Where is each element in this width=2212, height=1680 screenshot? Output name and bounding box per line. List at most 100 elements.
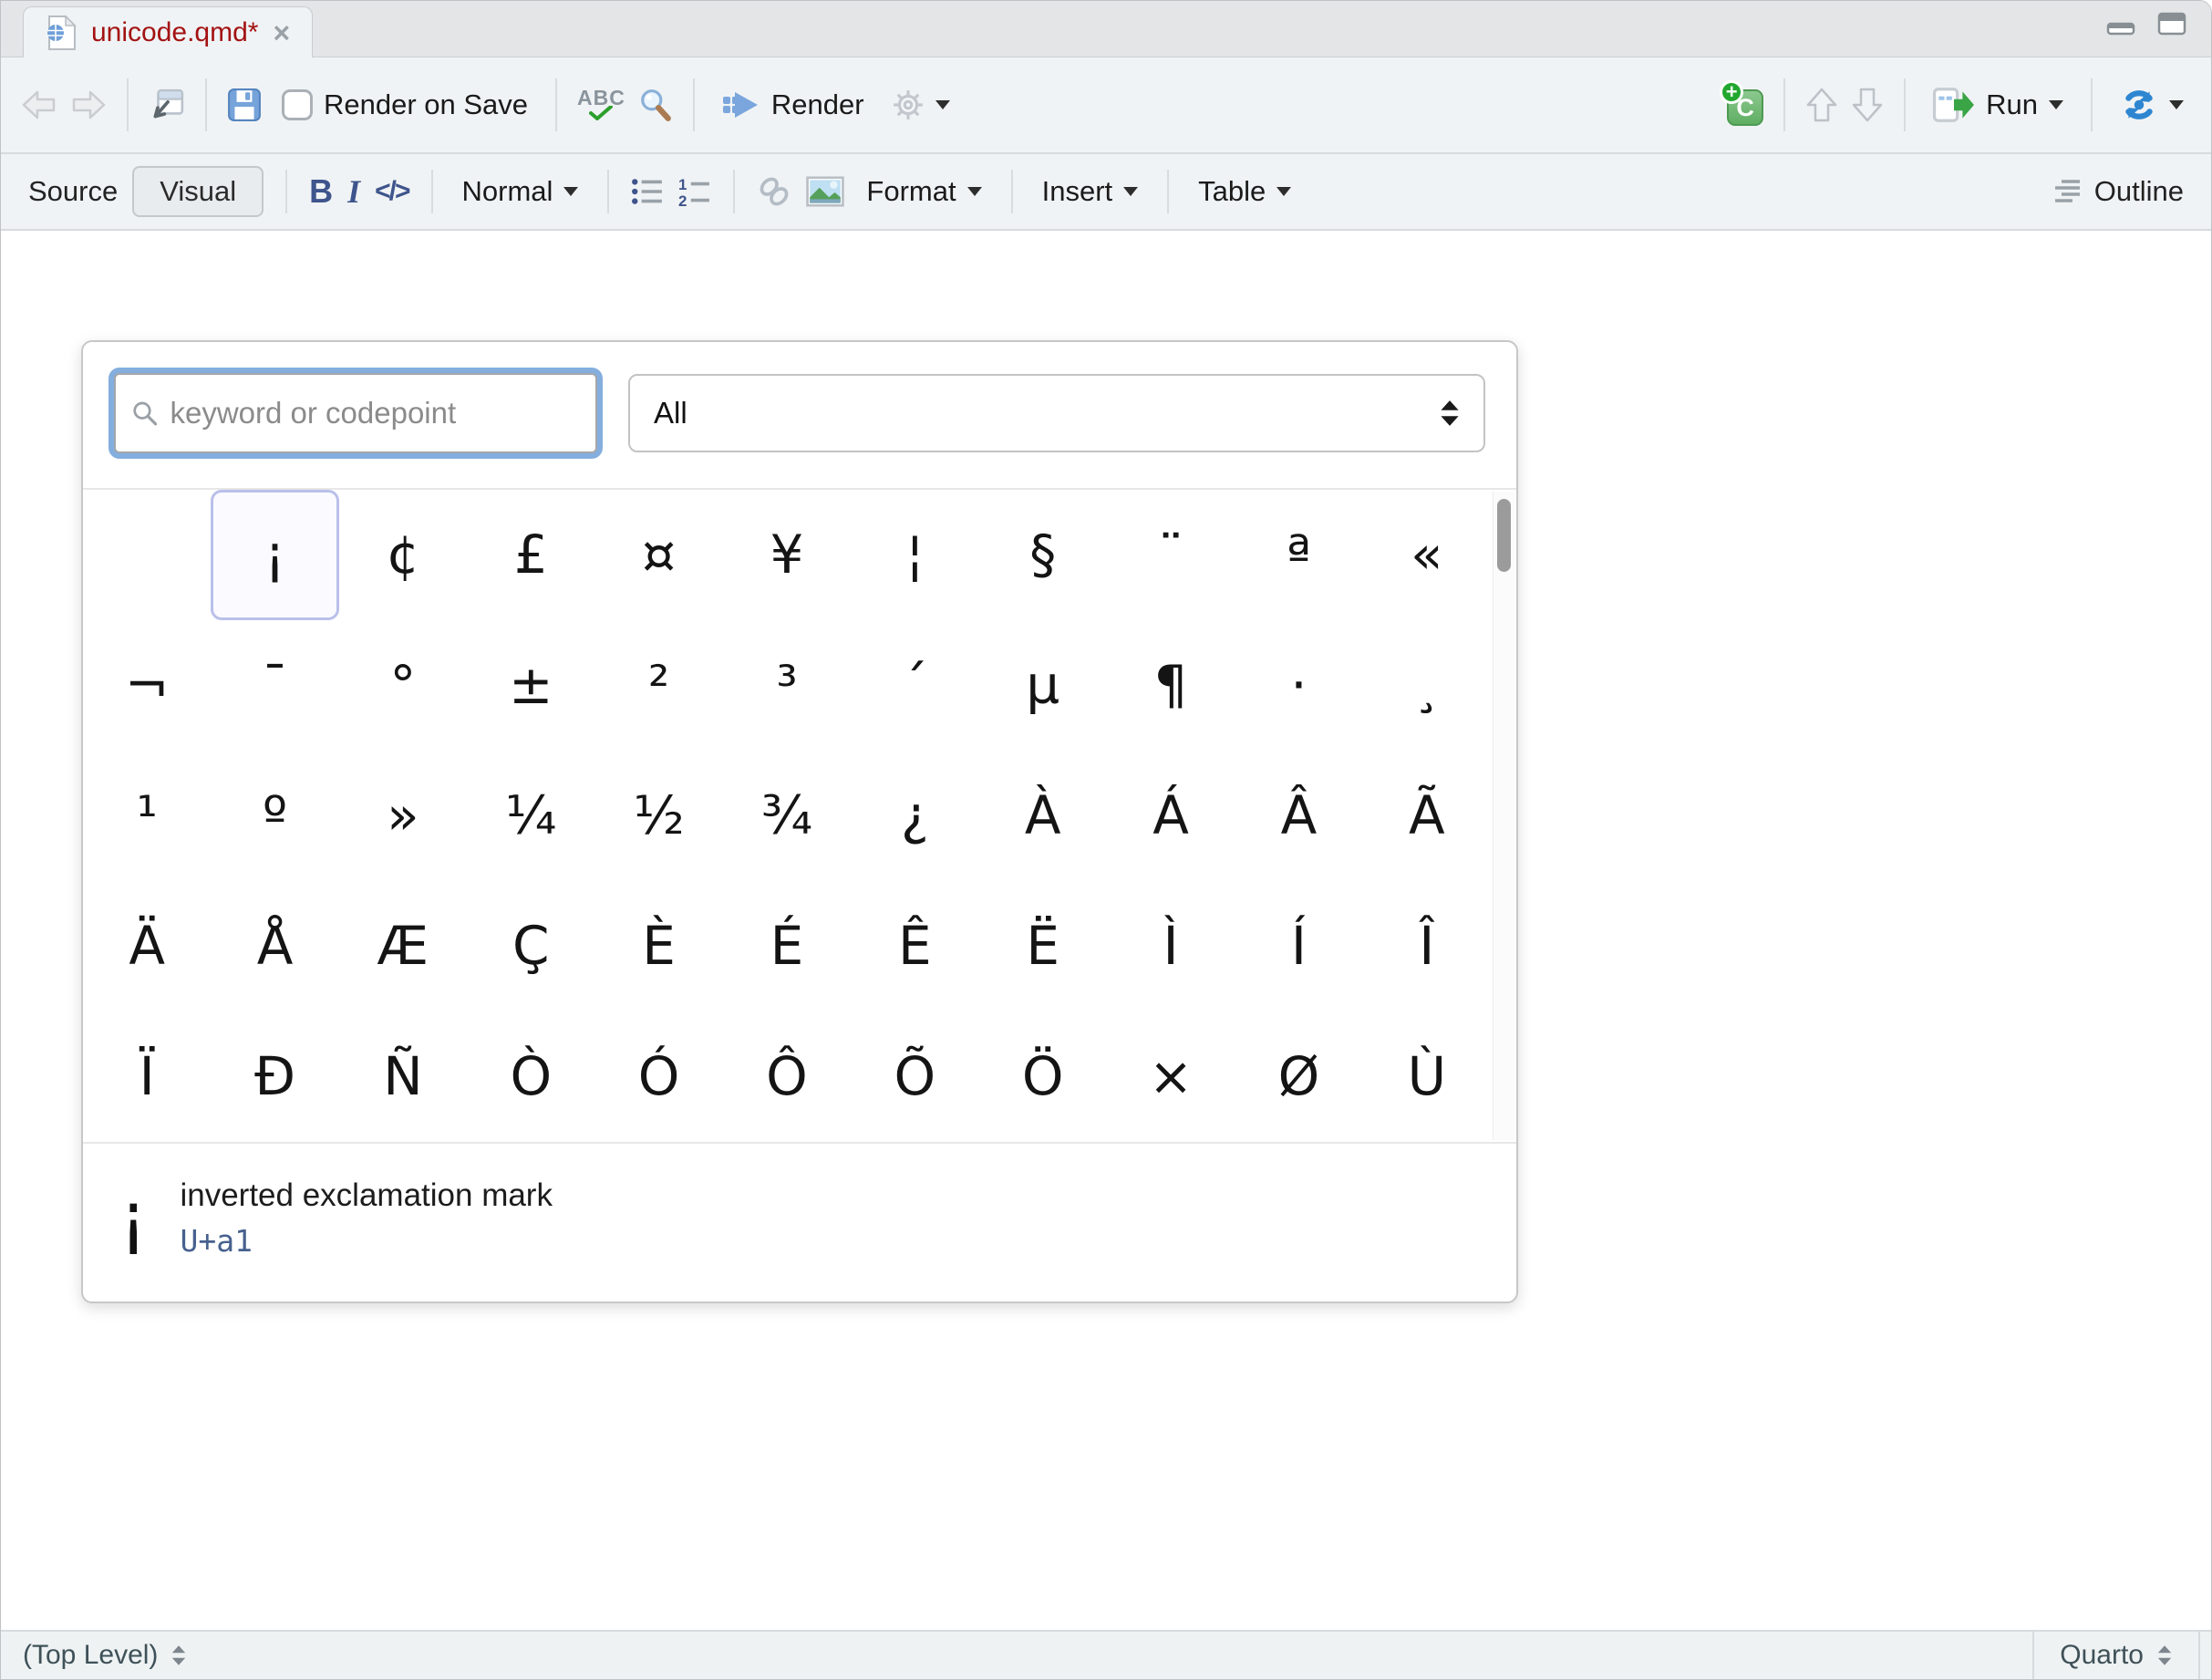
- char-cell[interactable]: Ì: [1107, 881, 1235, 1011]
- image-icon[interactable]: [806, 176, 844, 207]
- code-button[interactable]: </>: [375, 176, 408, 207]
- visual-mode-button[interactable]: Visual: [132, 166, 264, 217]
- char-cell[interactable]: ª: [1235, 490, 1362, 620]
- gear-icon: [892, 88, 925, 121]
- char-cell[interactable]: ±: [467, 620, 594, 751]
- char-cell[interactable]: Ð: [211, 1011, 338, 1142]
- scope-selector[interactable]: (Top Level): [1, 1632, 2032, 1679]
- char-cell[interactable]: Ñ: [339, 1011, 467, 1142]
- forward-icon[interactable]: [70, 89, 107, 120]
- character-search-input[interactable]: [170, 396, 579, 430]
- insert-menu[interactable]: Insert: [1035, 170, 1146, 213]
- back-icon[interactable]: [21, 89, 57, 120]
- separator: [1011, 170, 1013, 213]
- char-cell[interactable]: »: [339, 751, 467, 881]
- char-cell[interactable]: Â: [1235, 751, 1362, 881]
- numbered-list-icon[interactable]: 12: [678, 177, 711, 206]
- char-cell[interactable]: Õ: [851, 1011, 978, 1142]
- char-cell[interactable]: ¼: [467, 751, 594, 881]
- char-cell[interactable]: ²: [594, 620, 722, 751]
- char-cell[interactable]: Ô: [723, 1011, 851, 1142]
- render-on-save-toggle[interactable]: Render on Save: [274, 83, 535, 127]
- char-cell[interactable]: Å: [211, 881, 338, 1011]
- char-cell[interactable]: ¤: [594, 490, 722, 620]
- outline-toggle[interactable]: Outline: [2052, 175, 2184, 208]
- char-cell[interactable]: ×: [1107, 1011, 1235, 1142]
- char-cell[interactable]: Î: [1363, 881, 1491, 1011]
- char-cell[interactable]: Ä: [83, 881, 211, 1011]
- char-cell[interactable]: Ë: [979, 881, 1107, 1011]
- previous-chunk-icon[interactable]: [1805, 87, 1838, 123]
- char-cell[interactable]: £: [467, 490, 594, 620]
- run-button[interactable]: Run: [1926, 82, 2071, 128]
- char-cell[interactable]: ¯: [211, 620, 338, 751]
- char-cell[interactable]: µ: [979, 620, 1107, 751]
- rerun-button[interactable]: [2113, 82, 2191, 128]
- editor-content[interactable]: All ¡¢£¤¥¦§¨ª« ¬¯°±²³´µ¶·¸ ¹º»¼½¾¿ÀÁÂÃ ÄÅÆÇ…: [1, 231, 2211, 1630]
- save-icon[interactable]: [227, 88, 262, 122]
- char-cell[interactable]: ¶: [1107, 620, 1235, 751]
- render-on-save-checkbox[interactable]: [282, 89, 313, 120]
- char-cell[interactable]: ·: [1235, 620, 1362, 751]
- render-options-button[interactable]: [884, 83, 957, 127]
- find-icon[interactable]: [638, 88, 673, 122]
- char-cell[interactable]: ¦: [851, 490, 978, 620]
- char-cell[interactable]: À: [979, 751, 1107, 881]
- char-cell[interactable]: Í: [1235, 881, 1362, 1011]
- next-chunk-icon[interactable]: [1851, 87, 1884, 123]
- char-cell[interactable]: Ù: [1363, 1011, 1491, 1142]
- char-cell[interactable]: ¨: [1107, 490, 1235, 620]
- char-cell[interactable]: ¢: [339, 490, 467, 620]
- char-cell[interactable]: Ã: [1363, 751, 1491, 881]
- char-cell[interactable]: ¾: [723, 751, 851, 881]
- char-cell[interactable]: º: [211, 751, 338, 881]
- bold-button[interactable]: B: [309, 172, 333, 211]
- char-cell[interactable]: °: [339, 620, 467, 751]
- grid-scrollbar-thumb[interactable]: [1497, 499, 1511, 572]
- char-cell[interactable]: ¡: [211, 490, 338, 620]
- insert-code-chunk-icon[interactable]: C +: [1721, 84, 1763, 126]
- char-cell[interactable]: ¹: [83, 751, 211, 881]
- minimize-pane-icon[interactable]: [2105, 12, 2136, 36]
- char-cell[interactable]: Ç: [467, 881, 594, 1011]
- file-type-selector[interactable]: Quarto: [2032, 1632, 2200, 1679]
- paragraph-style-dropdown[interactable]: Normal: [455, 170, 586, 213]
- char-cell[interactable]: Ê: [851, 881, 978, 1011]
- open-in-new-window-icon[interactable]: [149, 88, 185, 122]
- tab-close-icon[interactable]: ×: [273, 18, 290, 47]
- char-cell[interactable]: [83, 490, 211, 620]
- source-mode-button[interactable]: Source: [28, 175, 118, 208]
- editor-tab-unicode-qmd[interactable]: unicode.qmd* ×: [23, 6, 313, 57]
- char-cell[interactable]: ´: [851, 620, 978, 751]
- char-cell[interactable]: ³: [723, 620, 851, 751]
- char-cell[interactable]: §: [979, 490, 1107, 620]
- character-block-select[interactable]: All: [628, 374, 1485, 452]
- grid-scrollbar[interactable]: [1493, 492, 1514, 1140]
- char-cell[interactable]: Ó: [594, 1011, 722, 1142]
- spellcheck-icon[interactable]: ABC: [577, 89, 625, 120]
- char-cell[interactable]: «: [1363, 490, 1491, 620]
- char-cell[interactable]: É: [723, 881, 851, 1011]
- char-cell[interactable]: ¿: [851, 751, 978, 881]
- render-button[interactable]: Render: [715, 83, 872, 127]
- link-icon[interactable]: [757, 174, 791, 209]
- maximize-pane-icon[interactable]: [2156, 12, 2187, 36]
- char-cell[interactable]: ¥: [723, 490, 851, 620]
- rstudio-source-pane: unicode.qmd* ×: [0, 0, 2212, 1680]
- char-cell[interactable]: Ò: [467, 1011, 594, 1142]
- char-cell[interactable]: ½: [594, 751, 722, 881]
- italic-button[interactable]: I: [347, 172, 360, 211]
- format-menu[interactable]: Format: [859, 170, 988, 213]
- char-cell[interactable]: ¸: [1363, 620, 1491, 751]
- char-cell[interactable]: Ï: [83, 1011, 211, 1142]
- char-cell[interactable]: È: [594, 881, 722, 1011]
- char-cell[interactable]: Ø: [1235, 1011, 1362, 1142]
- render-icon: [722, 89, 760, 120]
- bullet-list-icon[interactable]: [631, 177, 664, 206]
- dropdown-caret-icon: [967, 187, 982, 196]
- table-menu[interactable]: Table: [1191, 170, 1298, 213]
- char-cell[interactable]: ¬: [83, 620, 211, 751]
- char-cell[interactable]: Á: [1107, 751, 1235, 881]
- char-cell[interactable]: Æ: [339, 881, 467, 1011]
- char-cell[interactable]: Ö: [979, 1011, 1107, 1142]
